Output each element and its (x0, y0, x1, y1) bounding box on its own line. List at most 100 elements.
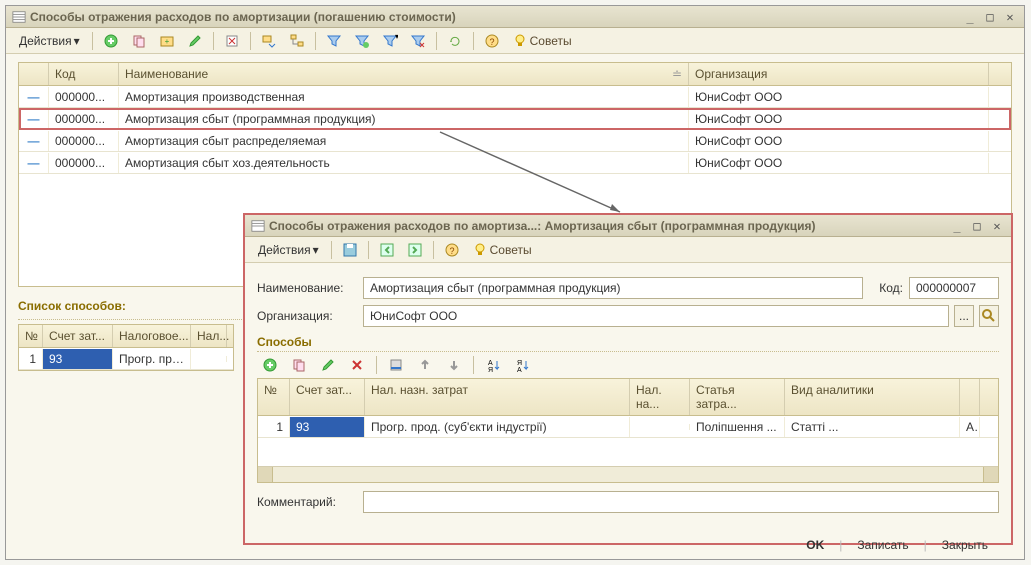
header-last[interactable] (960, 379, 980, 415)
name-value: Амортизация сбыт (программная продукция) (370, 281, 621, 295)
nav-back-button[interactable] (374, 240, 400, 260)
header-an[interactable]: Вид аналитики (785, 379, 960, 415)
add-button[interactable] (98, 31, 124, 51)
header-tax[interactable]: Налоговое... (113, 325, 191, 347)
ways-grid[interactable]: № Счет зат... Налоговое... Нал... 1 93 П… (18, 324, 234, 371)
list-icon (12, 10, 26, 24)
funnel-check-icon (354, 33, 370, 49)
comment-input[interactable] (363, 491, 999, 513)
cell-an: Статті ... (785, 417, 960, 437)
help-button[interactable]: ? (439, 240, 465, 260)
hierarchy-button[interactable] (284, 31, 310, 51)
code-input[interactable]: 000000007 (909, 277, 999, 299)
main-toolbar: Действия ▾ + ▾ ? Советы (6, 28, 1024, 54)
refresh-button[interactable] (442, 31, 468, 51)
table-row[interactable]: — 000000... Амортизация производственная… (19, 86, 1011, 108)
save-button[interactable] (337, 240, 363, 260)
arrow-left-box-icon (379, 242, 395, 258)
cell-org: ЮниСофт ООО (689, 87, 989, 107)
filter-history-button[interactable]: ▾ (377, 31, 403, 51)
main-titlebar[interactable]: Способы отражения расходов по амортизаци… (6, 6, 1024, 28)
svg-text:?: ? (449, 246, 454, 256)
header-n[interactable]: № (19, 325, 43, 347)
x-icon (349, 357, 365, 373)
close-button[interactable]: ✕ (989, 219, 1005, 233)
lightbulb-icon (512, 33, 528, 49)
table-row[interactable]: — 000000... Амортизация сбыт распределяе… (19, 130, 1011, 152)
close-button[interactable]: ✕ (1002, 10, 1018, 24)
move-button[interactable] (256, 31, 282, 51)
row-add-button[interactable] (257, 355, 283, 375)
separator (436, 32, 437, 50)
actions-label: Действия (19, 34, 72, 48)
separator (213, 32, 214, 50)
cell-n: 1 (258, 417, 290, 437)
add-group-button[interactable]: + (154, 31, 180, 51)
folder-plus-icon: + (159, 33, 175, 49)
separator (473, 356, 474, 374)
child-grid-row[interactable]: 1 93 Прогр. прод. (суб'єкти індустрії) П… (258, 416, 998, 438)
org-input[interactable]: ЮниСофт ООО (363, 305, 949, 327)
ways-row[interactable]: 1 93 Прогр. про... (19, 348, 233, 370)
svg-text:+: + (164, 37, 169, 46)
tips-button[interactable]: Советы (507, 31, 577, 51)
horizontal-scrollbar[interactable] (258, 466, 998, 482)
row-edit-button[interactable] (315, 355, 341, 375)
sort-desc-button[interactable]: ЯA (509, 355, 535, 375)
table-row[interactable]: — 000000... Амортизация сбыт (программна… (19, 108, 1011, 130)
header-na[interactable]: Нал. на... (630, 379, 690, 415)
clear-filter-button[interactable] (405, 31, 431, 51)
header-code[interactable]: Код (49, 63, 119, 85)
save-button[interactable]: Записать (846, 533, 919, 557)
filter-button[interactable] (321, 31, 347, 51)
child-titlebar[interactable]: Способы отражения расходов по амортиза..… (245, 215, 1011, 237)
select-button[interactable]: ... (954, 305, 974, 327)
cell-acc: 93 (290, 417, 365, 437)
header-last[interactable]: Нал... (191, 325, 227, 347)
header-mark[interactable] (19, 63, 49, 85)
header-org[interactable]: Организация (689, 63, 989, 85)
actions-menu[interactable]: Действия ▾ (251, 240, 326, 260)
nav-forward-button[interactable] (402, 240, 428, 260)
row-mark-icon: — (19, 87, 49, 107)
header-tax[interactable]: Нал. назн. затрат (365, 379, 630, 415)
header-n[interactable]: № (258, 379, 290, 415)
open-button[interactable] (979, 305, 999, 327)
table-row[interactable]: — 000000... Амортизация сбыт хоз.деятель… (19, 152, 1011, 174)
cell-tax: Прогр. прод. (суб'єкти індустрії) (365, 417, 630, 437)
sort-asc-button[interactable]: AЯ (480, 355, 506, 375)
grid-header: Код Наименование ≐ Организация (19, 63, 1011, 86)
header-art[interactable]: Статья затра... (690, 379, 785, 415)
copy-button[interactable] (126, 31, 152, 51)
ok-button[interactable]: OK (795, 533, 835, 557)
child-content: Наименование: Амортизация сбыт (программ… (245, 263, 1011, 527)
header-acc[interactable]: Счет зат... (43, 325, 113, 347)
row-copy-button[interactable] (286, 355, 312, 375)
minimize-button[interactable]: _ (962, 10, 978, 24)
help-button[interactable]: ? (479, 31, 505, 51)
maximize-button[interactable]: □ (982, 10, 998, 24)
filter-by-value-button[interactable] (349, 31, 375, 51)
row-delete-button[interactable] (344, 355, 370, 375)
maximize-button[interactable]: □ (969, 219, 985, 233)
svg-text:A: A (517, 367, 522, 373)
header-acc[interactable]: Счет зат... (290, 379, 365, 415)
org-row: Организация: ЮниСофт ООО ... (257, 305, 999, 327)
row-goto-end-button[interactable] (383, 355, 409, 375)
minimize-button[interactable]: _ (949, 219, 965, 233)
cell-code: 000000... (49, 153, 119, 173)
actions-menu[interactable]: Действия ▾ (12, 31, 87, 51)
plus-icon (262, 357, 278, 373)
tips-button[interactable]: Советы (467, 240, 537, 260)
cell-name: Амортизация производственная (119, 87, 689, 107)
header-name[interactable]: Наименование ≐ (119, 63, 689, 85)
refresh-icon (447, 33, 463, 49)
mark-delete-button[interactable] (219, 31, 245, 51)
close-button[interactable]: Закрыть (931, 533, 999, 557)
row-move-down-button[interactable] (441, 355, 467, 375)
edit-button[interactable] (182, 31, 208, 51)
name-input[interactable]: Амортизация сбыт (программная продукция) (363, 277, 863, 299)
row-move-up-button[interactable] (412, 355, 438, 375)
funnel-arrow-icon: ▾ (382, 33, 398, 49)
child-grid[interactable]: № Счет зат... Нал. назн. затрат Нал. на.… (257, 378, 999, 483)
